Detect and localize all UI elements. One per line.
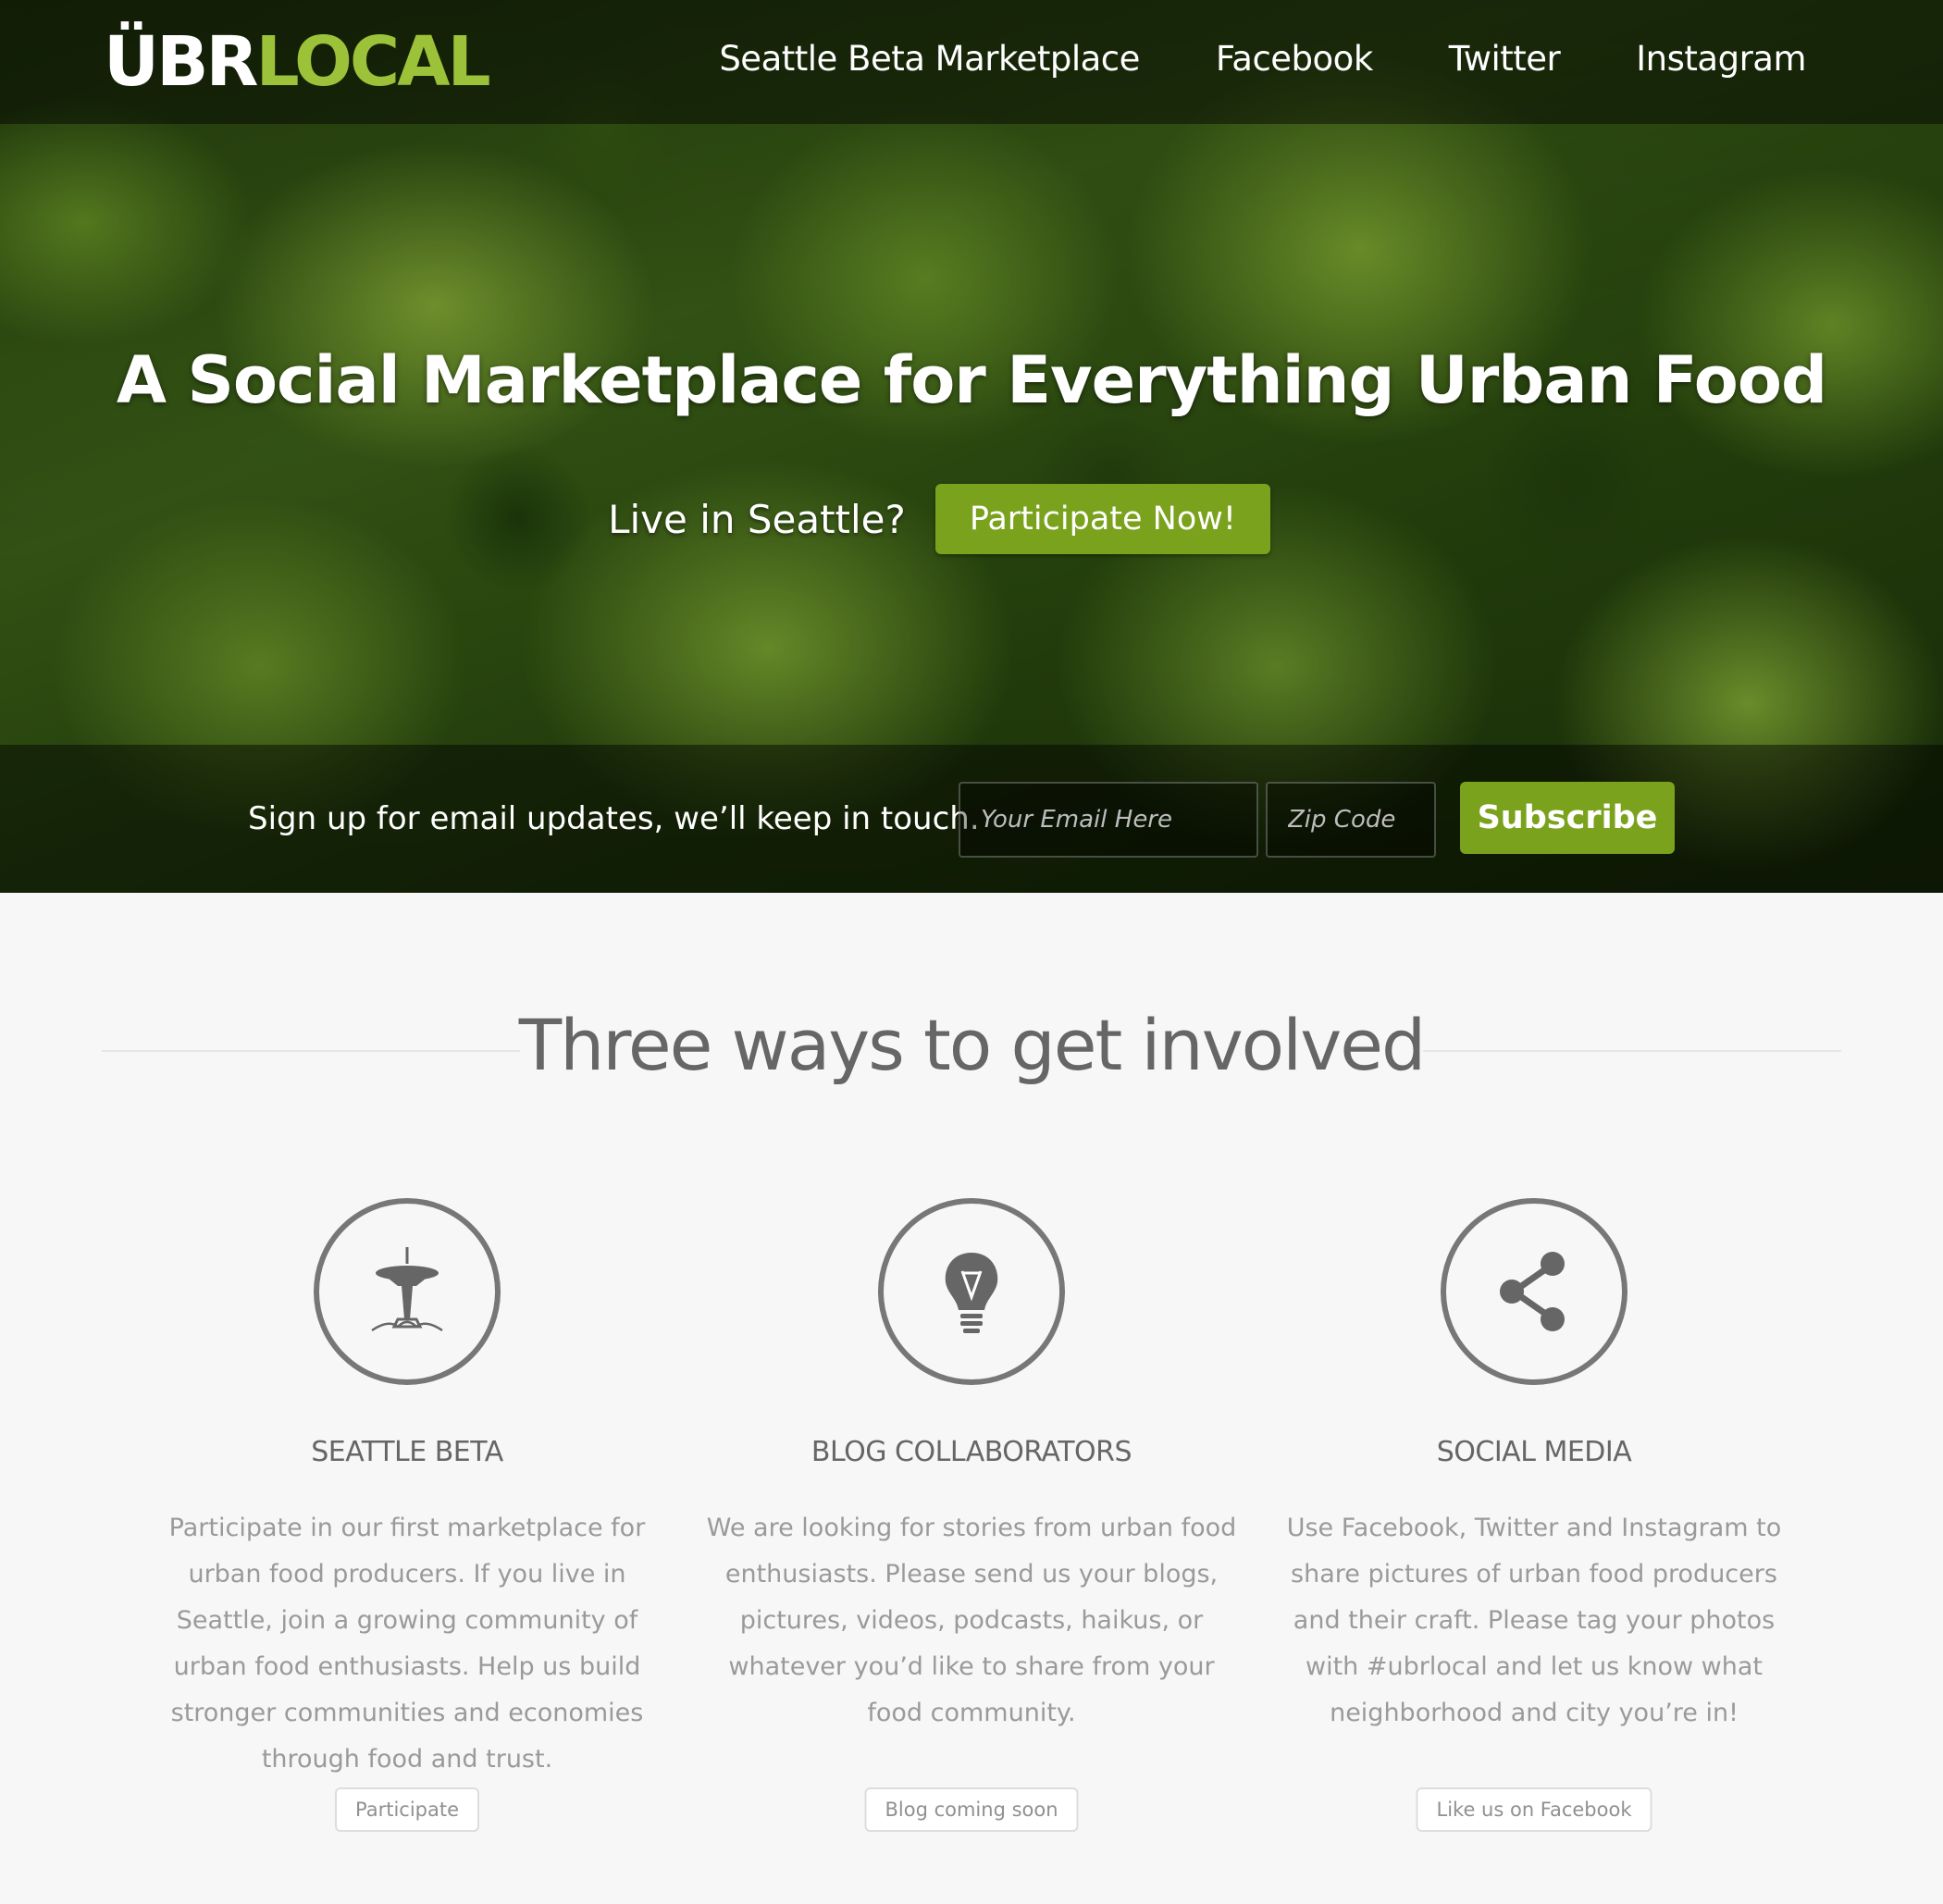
column-title: SEATTLE BETA: [311, 1436, 503, 1468]
signup-text: Sign up for email updates, we’ll keep in…: [248, 800, 980, 837]
blog-coming-soon-button[interactable]: Blog coming soon: [864, 1787, 1079, 1832]
nav-twitter[interactable]: Twitter: [1449, 39, 1561, 79]
email-signup-bar: Sign up for email updates, we’ll keep in…: [0, 745, 1943, 893]
section-title: Three ways to get involved: [518, 1004, 1427, 1086]
nav-instagram[interactable]: Instagram: [1636, 39, 1806, 79]
column-title: SOCIAL MEDIA: [1436, 1436, 1632, 1468]
lightbulb-icon: [878, 1198, 1065, 1385]
cta-question: Live in Seattle?: [608, 496, 906, 542]
column-blog-collaborators: BLOG COLLABORATORS We are looking for st…: [694, 1198, 1249, 1832]
column-seattle-beta: SEATTLE BETA Participate in our first ma…: [130, 1198, 685, 1832]
ubrlocal-logo[interactable]: ÜBRLOCAL: [104, 20, 491, 104]
space-needle-icon: [314, 1198, 501, 1385]
column-body: Use Facebook, Twitter and Instagram to s…: [1286, 1514, 1782, 1727]
nav-seattle-beta-marketplace[interactable]: Seattle Beta Marketplace: [719, 39, 1140, 79]
top-navigation-bar: ÜBRLOCAL Seattle Beta Marketplace Facebo…: [0, 0, 1943, 124]
nav-facebook[interactable]: Facebook: [1216, 39, 1373, 79]
participate-now-button[interactable]: Participate Now!: [934, 484, 1270, 554]
column-body: Participate in our first marketplace for…: [168, 1514, 646, 1774]
column-body: We are looking for stories from urban fo…: [706, 1514, 1237, 1727]
participate-button[interactable]: Participate: [334, 1787, 480, 1832]
hero-background: ÜBRLOCAL Seattle Beta Marketplace Facebo…: [0, 0, 1943, 893]
column-title: BLOG COLLABORATORS: [811, 1436, 1132, 1468]
hero-headline: A Social Marketplace for Everything Urba…: [116, 342, 1827, 418]
subscribe-button[interactable]: Subscribe: [1460, 782, 1675, 854]
zip-code-input[interactable]: [1266, 782, 1436, 858]
section-header: Three ways to get involved: [0, 1004, 1943, 1096]
main-nav: Seattle Beta Marketplace Facebook Twitte…: [643, 39, 1806, 79]
share-icon: [1441, 1198, 1627, 1385]
column-social-media: SOCIAL MEDIA Use Facebook, Twitter and I…: [1256, 1198, 1812, 1832]
email-input[interactable]: [959, 782, 1258, 858]
hero-cta-row: Live in Seattle? Participate Now!: [0, 484, 1943, 554]
divider-right: [1423, 1050, 1841, 1052]
like-us-on-facebook-button[interactable]: Like us on Facebook: [1416, 1787, 1652, 1832]
